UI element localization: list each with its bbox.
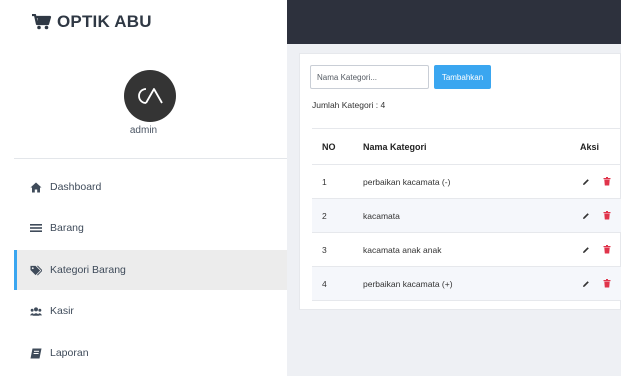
trash-icon[interactable] bbox=[603, 267, 611, 300]
avatar bbox=[124, 70, 176, 122]
category-count: Jumlah Kategori : 4 bbox=[312, 100, 386, 110]
sidebar-item-label: Dashboard bbox=[50, 181, 102, 193]
sidebar-item-label: Kasir bbox=[50, 305, 74, 317]
add-category-button[interactable]: Tambahkan bbox=[434, 65, 491, 89]
header-name: Nama Kategori bbox=[363, 141, 427, 152]
trash-icon[interactable] bbox=[603, 165, 611, 198]
row-no: 4 bbox=[322, 278, 327, 289]
header-action: Aksi bbox=[580, 141, 600, 152]
row-name: kacamata bbox=[363, 210, 400, 221]
sidebar-item-dashboard[interactable]: Dashboard bbox=[14, 167, 287, 207]
category-name-input[interactable] bbox=[310, 65, 429, 89]
pencil-icon[interactable] bbox=[582, 199, 590, 232]
table-header-row: NO Nama Kategori Aksi bbox=[312, 129, 621, 165]
sidebar-item-label: Kategori Barang bbox=[50, 264, 126, 276]
pencil-icon[interactable] bbox=[582, 233, 590, 266]
tag-icon bbox=[30, 264, 42, 276]
sidebar-divider bbox=[14, 158, 287, 159]
cart-icon bbox=[32, 14, 52, 30]
sidebar-item-kasir[interactable]: Kasir bbox=[14, 291, 287, 331]
category-table: NO Nama Kategori Aksi 1 perbaikan kacama… bbox=[312, 128, 621, 301]
pencil-icon[interactable] bbox=[582, 267, 590, 300]
header-no: NO bbox=[322, 141, 336, 152]
row-name: kacamata anak anak bbox=[363, 244, 442, 255]
top-navbar bbox=[287, 0, 621, 44]
table-row: 4 perbaikan kacamata (+) bbox=[312, 267, 621, 301]
avatar-logo-icon bbox=[138, 88, 163, 104]
brand-title: OPTIK ABU bbox=[57, 12, 152, 31]
sidebar: OPTIK ABU admin Dashboard Barang Kategor… bbox=[0, 0, 287, 376]
username: admin bbox=[129, 125, 158, 136]
category-card: Tambahkan Jumlah Kategori : 4 NO Nama Ka… bbox=[299, 53, 621, 310]
trash-icon[interactable] bbox=[603, 199, 611, 232]
book-icon bbox=[30, 347, 42, 359]
sidebar-item-kategori-barang[interactable]: Kategori Barang bbox=[14, 250, 287, 290]
table-row: 2 kacamata bbox=[312, 199, 621, 233]
trash-icon[interactable] bbox=[603, 233, 611, 266]
row-no: 3 bbox=[322, 244, 327, 255]
home-icon bbox=[30, 181, 42, 193]
row-no: 2 bbox=[322, 210, 327, 221]
sidebar-item-label: Laporan bbox=[50, 347, 89, 359]
table-row: 1 perbaikan kacamata (-) bbox=[312, 165, 621, 199]
pencil-icon[interactable] bbox=[582, 165, 590, 198]
row-no: 1 bbox=[322, 176, 327, 187]
sidebar-item-laporan[interactable]: Laporan bbox=[14, 333, 287, 373]
sidebar-item-barang[interactable]: Barang bbox=[14, 208, 287, 248]
list-icon bbox=[30, 222, 42, 234]
table-row: 3 kacamata anak anak bbox=[312, 233, 621, 267]
sidebar-item-label: Barang bbox=[50, 222, 84, 234]
row-name: perbaikan kacamata (-) bbox=[363, 176, 451, 187]
row-name: perbaikan kacamata (+) bbox=[363, 278, 453, 289]
users-icon bbox=[30, 305, 42, 317]
brand[interactable]: OPTIK ABU bbox=[32, 11, 152, 33]
